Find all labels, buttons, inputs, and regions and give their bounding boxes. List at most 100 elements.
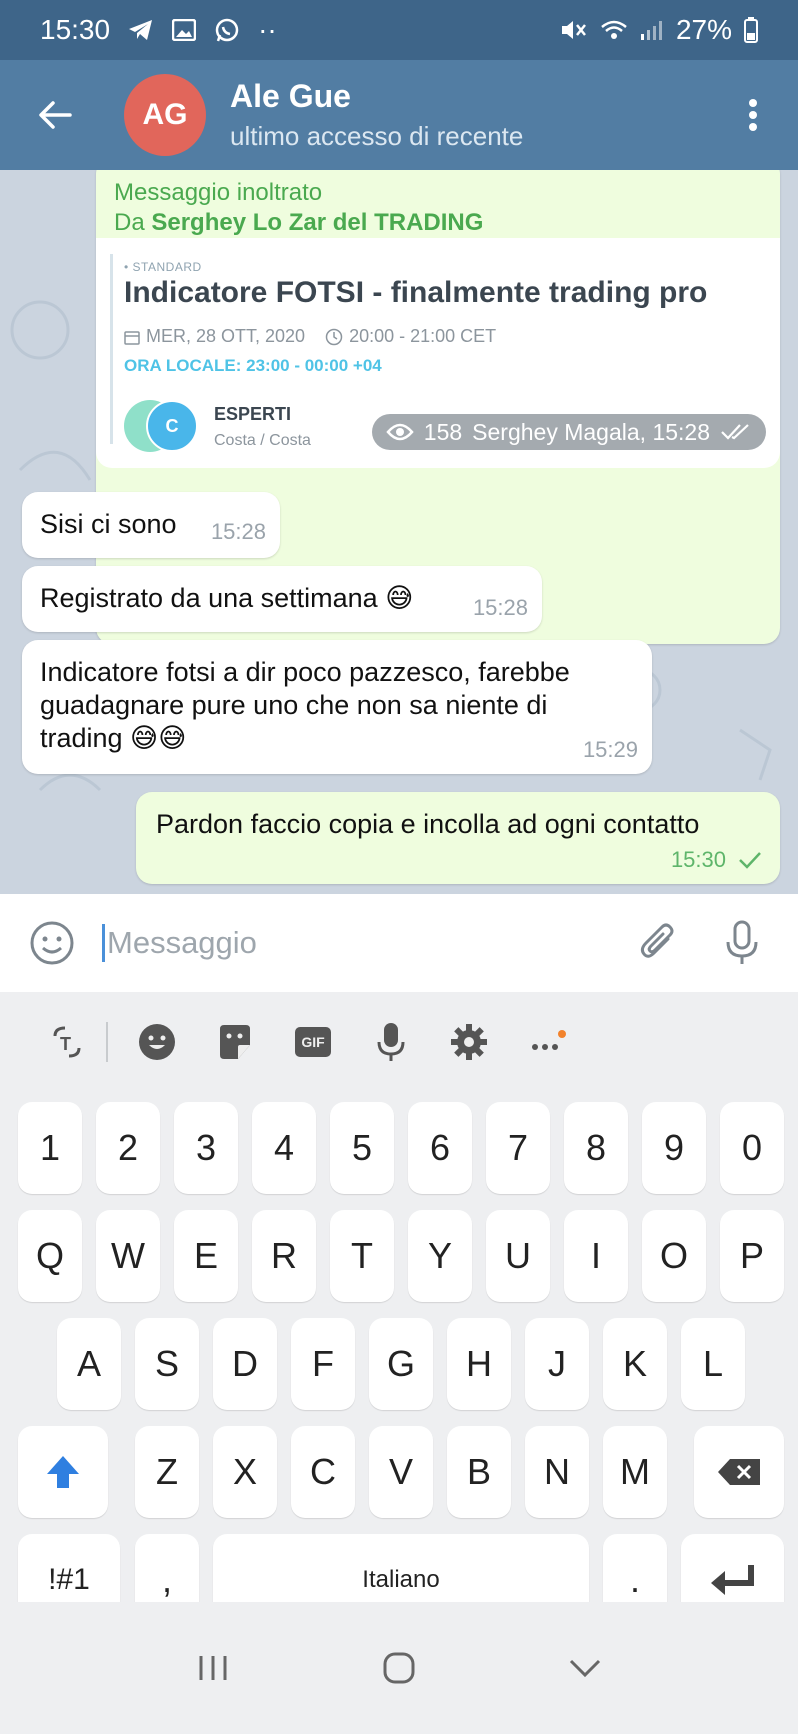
translate-button[interactable]: T	[28, 1012, 106, 1072]
microphone-icon	[726, 920, 758, 964]
key-p[interactable]: P	[720, 1210, 784, 1302]
key-label: M	[620, 1451, 650, 1492]
key-v[interactable]: V	[369, 1426, 433, 1518]
message-text: Registrato da una settimana 😅	[40, 583, 414, 613]
key-k[interactable]: K	[603, 1318, 667, 1410]
forwarded-from-prefix: Da	[114, 209, 152, 236]
key-label: T	[351, 1235, 373, 1276]
key-f[interactable]: F	[291, 1318, 355, 1410]
more-tools-button[interactable]	[508, 1012, 586, 1072]
key-z[interactable]: Z	[135, 1426, 199, 1518]
incoming-message[interactable]: Registrato da una settimana 😅 15:28	[22, 566, 542, 632]
key-label: ,	[161, 1559, 172, 1600]
key-b[interactable]: B	[447, 1426, 511, 1518]
more-notifications-icon: ··	[258, 14, 277, 45]
key-n[interactable]: N	[525, 1426, 589, 1518]
key-r[interactable]: R	[252, 1210, 316, 1302]
key-j[interactable]: J	[525, 1318, 589, 1410]
incoming-message[interactable]: Sisi ci sono 15:28	[22, 492, 280, 558]
key-label: W	[111, 1235, 145, 1276]
key-3[interactable]: 3	[174, 1102, 238, 1194]
key-x[interactable]: X	[213, 1426, 277, 1518]
key-m[interactable]: M	[603, 1426, 667, 1518]
key-label: 6	[429, 1127, 451, 1168]
gif-button[interactable]: GIF	[274, 1012, 352, 1072]
keyboard-microphone-icon	[377, 1023, 405, 1061]
key-label: 7	[507, 1127, 529, 1168]
voice-message-button[interactable]	[710, 911, 774, 975]
key-g[interactable]: G	[369, 1318, 433, 1410]
recent-apps-button[interactable]	[173, 1628, 253, 1708]
recents-icon	[199, 1656, 227, 1680]
message-input[interactable]: Messaggio	[102, 924, 606, 962]
key-label: 1	[39, 1127, 61, 1168]
organizer-avatar-front: C	[146, 400, 198, 452]
key-s[interactable]: S	[135, 1318, 199, 1410]
key-label: U	[505, 1235, 531, 1276]
key-5[interactable]: 5	[330, 1102, 394, 1194]
key-u[interactable]: U	[486, 1210, 550, 1302]
contact-avatar[interactable]: AG	[124, 74, 206, 156]
space-label: Italiano	[362, 1566, 440, 1593]
key-label: N	[544, 1451, 570, 1492]
contact-info[interactable]: Ale Gue ultimo accesso di recente	[230, 78, 523, 152]
key-label: 8	[585, 1127, 607, 1168]
sticker-button[interactable]	[196, 1012, 274, 1072]
key-c[interactable]: C	[291, 1426, 355, 1518]
hide-keyboard-button[interactable]	[545, 1628, 625, 1708]
key-q[interactable]: Q	[18, 1210, 82, 1302]
emoji-button[interactable]	[24, 915, 80, 971]
clock-icon	[325, 328, 343, 345]
key-1[interactable]: 1	[18, 1102, 82, 1194]
message-time: 15:28	[472, 595, 528, 620]
emoji-face-icon	[139, 1024, 175, 1060]
battery-icon	[744, 17, 758, 43]
chat-area[interactable]: Messaggio inoltrato Da Serghey Lo Zar de…	[0, 170, 798, 894]
key-label: B	[466, 1451, 491, 1492]
key-i[interactable]: I	[564, 1210, 628, 1302]
event-title: Indicatore FOTSI - finalmente trading pr…	[124, 276, 708, 309]
emoji-keyboard-button[interactable]	[118, 1012, 196, 1072]
incoming-message[interactable]: Indicatore fotsi a dir poco pazzesco, fa…	[22, 640, 652, 774]
forwarded-from[interactable]: Da Serghey Lo Zar del TRADING	[114, 208, 762, 238]
key-w[interactable]: W	[96, 1210, 160, 1302]
key-label: K	[622, 1343, 647, 1384]
calendar-icon	[124, 330, 140, 345]
back-button[interactable]	[0, 60, 110, 170]
key-9[interactable]: 9	[642, 1102, 706, 1194]
key-label: 3	[195, 1127, 217, 1168]
view-count: 158	[423, 418, 463, 445]
key-8[interactable]: 8	[564, 1102, 628, 1194]
voice-input-button[interactable]	[352, 1012, 430, 1072]
key-6[interactable]: 6	[408, 1102, 472, 1194]
key-d[interactable]: D	[213, 1318, 277, 1410]
telegram-notification-icon	[128, 19, 154, 41]
key-a[interactable]: A	[57, 1318, 121, 1410]
key-label: 9	[663, 1127, 685, 1168]
message-text: Sisi ci sono	[40, 509, 177, 539]
key-4[interactable]: 4	[252, 1102, 316, 1194]
key-h[interactable]: H	[447, 1318, 511, 1410]
home-button[interactable]	[359, 1628, 439, 1708]
key-o[interactable]: O	[642, 1210, 706, 1302]
mute-icon	[560, 18, 588, 42]
outgoing-message[interactable]: Pardon faccio copia e incolla ad ogni co…	[136, 792, 780, 884]
key-label: E	[193, 1235, 218, 1276]
shift-key[interactable]	[18, 1426, 108, 1518]
key-0[interactable]: 0	[720, 1102, 784, 1194]
kebab-menu-icon	[749, 99, 757, 131]
key-t[interactable]: T	[330, 1210, 394, 1302]
key-e[interactable]: E	[174, 1210, 238, 1302]
eye-icon	[386, 423, 414, 441]
key-2[interactable]: 2	[96, 1102, 160, 1194]
attach-button[interactable]	[626, 911, 690, 975]
key-7[interactable]: 7	[486, 1102, 550, 1194]
key-label: 2	[117, 1127, 139, 1168]
event-tag: • STANDARD	[124, 260, 202, 274]
key-y[interactable]: Y	[408, 1210, 472, 1302]
more-options-button[interactable]	[708, 60, 798, 170]
backspace-key[interactable]	[694, 1426, 784, 1518]
keyboard-settings-button[interactable]	[430, 1012, 508, 1072]
key-l[interactable]: L	[681, 1318, 745, 1410]
card-accent-bar	[110, 254, 113, 444]
